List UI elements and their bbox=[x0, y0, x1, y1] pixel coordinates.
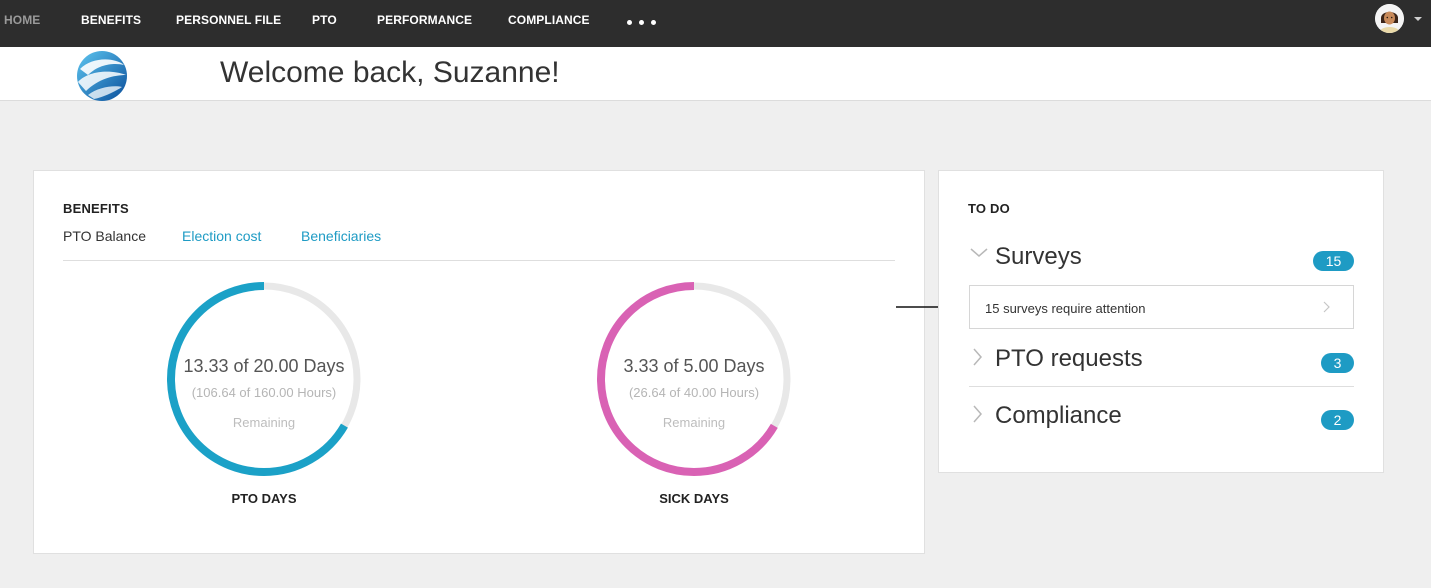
todo-section-label: Surveys bbox=[995, 243, 1082, 270]
globe-logo-icon bbox=[74, 49, 130, 103]
tab-divider bbox=[63, 260, 895, 261]
nav-personnel-file[interactable]: PERSONNEL FILE bbox=[176, 0, 281, 40]
nav-home[interactable]: HOME bbox=[4, 0, 40, 40]
sick-hours-value: (26.64 of 40.00 Hours) bbox=[628, 385, 760, 400]
user-avatar-icon[interactable] bbox=[1375, 4, 1404, 33]
todo-card: TO DO Surveys 15 15 surveys require atte… bbox=[938, 170, 1384, 473]
todo-section-pto-requests[interactable]: PTO requests 3 bbox=[969, 343, 1354, 379]
count-badge: 2 bbox=[1321, 410, 1354, 430]
count-badge: 15 bbox=[1313, 251, 1354, 271]
tab-beneficiaries[interactable]: Beneficiaries bbox=[301, 228, 381, 244]
count-badge: 3 bbox=[1321, 353, 1354, 373]
sick-remaining-label: Remaining bbox=[662, 415, 726, 430]
pto-remaining-label: Remaining bbox=[232, 415, 296, 430]
chevron-right-icon bbox=[973, 348, 982, 366]
chevron-right-icon bbox=[1323, 301, 1330, 313]
pto-days-gauge: 13.33 of 20.00 Days (106.64 of 160.00 Ho… bbox=[164, 279, 364, 479]
ellipsis-icon[interactable] bbox=[624, 12, 660, 30]
sick-days-gauge: 3.33 of 5.00 Days (26.64 of 40.00 Hours)… bbox=[594, 279, 794, 479]
chevron-down-icon bbox=[970, 248, 988, 257]
pto-days-label: PTO DAYS bbox=[231, 491, 297, 506]
todo-section-label: PTO requests bbox=[995, 345, 1143, 372]
sick-days-label: SICK DAYS bbox=[659, 491, 729, 506]
survey-item-label: 15 surveys require attention bbox=[985, 301, 1146, 316]
nav-performance[interactable]: PERFORMANCE bbox=[377, 0, 472, 40]
pto-hours-value: (106.64 of 160.00 Hours) bbox=[191, 385, 337, 400]
top-nav: HOME BENEFITS PERSONNEL FILE PTO PERFORM… bbox=[0, 0, 1431, 47]
page-header: Welcome back, Suzanne! bbox=[0, 47, 1431, 101]
caret-down-icon[interactable] bbox=[1414, 17, 1422, 21]
nav-compliance[interactable]: COMPLIANCE bbox=[508, 0, 590, 40]
pto-days-value: 13.33 of 20.00 Days bbox=[183, 356, 345, 376]
nav-benefits[interactable]: BENEFITS bbox=[81, 0, 141, 40]
todo-section-label: Compliance bbox=[995, 402, 1122, 429]
chevron-right-icon bbox=[973, 405, 982, 423]
tab-election-cost[interactable]: Election cost bbox=[182, 228, 261, 244]
sick-days-value: 3.33 of 5.00 Days bbox=[623, 356, 765, 376]
todo-section-compliance[interactable]: Compliance 2 bbox=[969, 400, 1354, 436]
benefits-card: BENEFITS PTO Balance Election cost Benef… bbox=[33, 170, 925, 554]
benefits-title: BENEFITS bbox=[63, 201, 129, 216]
tab-pto-balance[interactable]: PTO Balance bbox=[63, 228, 146, 244]
survey-attention-item[interactable]: 15 surveys require attention bbox=[969, 285, 1354, 329]
todo-section-surveys[interactable]: Surveys 15 bbox=[969, 241, 1354, 277]
welcome-heading: Welcome back, Suzanne! bbox=[220, 56, 560, 89]
nav-pto[interactable]: PTO bbox=[312, 0, 337, 40]
todo-divider bbox=[969, 386, 1354, 387]
todo-title: TO DO bbox=[968, 201, 1010, 216]
